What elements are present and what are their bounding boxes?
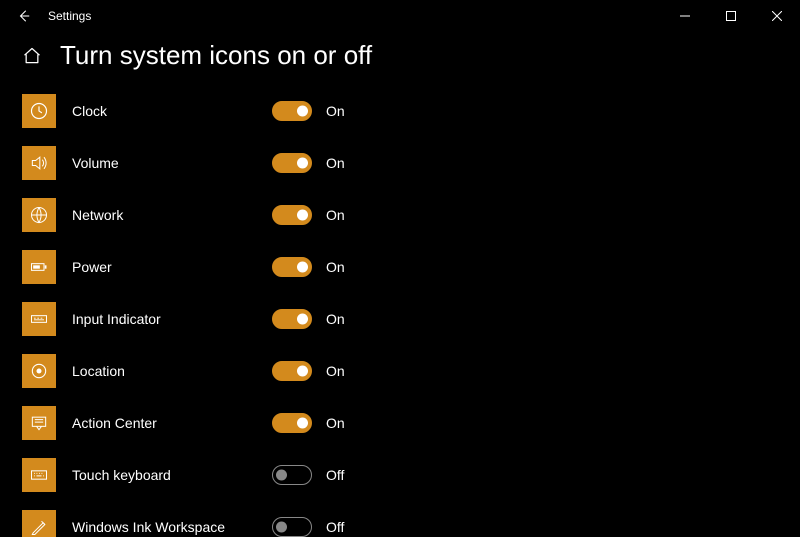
toggle-thumb [297,418,308,429]
titlebar: Settings [0,0,800,32]
toggle-state: On [326,311,345,327]
arrow-left-icon [17,9,31,23]
setting-label: Location [72,363,272,379]
toggle-state: Off [326,467,344,483]
setting-label: Action Center [72,415,272,431]
location-icon [29,361,49,381]
toggle-thumb [276,470,287,481]
setting-label: Power [72,259,272,275]
toggle-thumb [276,522,287,533]
touch-keyboard-icon [29,465,49,485]
setting-row-location: Location On [22,347,778,395]
setting-row-clock: Clock On [22,87,778,135]
page-header: Turn system icons on or off [0,32,800,87]
toggle-thumb [297,366,308,377]
input-indicator-icon [29,309,49,329]
setting-row-action-center: Action Center On [22,399,778,447]
setting-label: Windows Ink Workspace [72,519,272,535]
ink-workspace-toggle[interactable] [272,517,312,537]
location-toggle[interactable] [272,361,312,381]
toggle-thumb [297,314,308,325]
input-indicator-tile [22,302,56,336]
setting-label: Clock [72,103,272,119]
toggle-state: On [326,207,345,223]
action-center-icon [29,413,49,433]
ink-workspace-tile [22,510,56,537]
toggle-thumb [297,158,308,169]
clock-tile [22,94,56,128]
network-icon [29,205,49,225]
toggle-state: On [326,415,345,431]
setting-row-input-indicator: Input Indicator On [22,295,778,343]
maximize-button[interactable] [708,0,754,32]
toggle-thumb [297,262,308,273]
close-icon [772,11,782,21]
volume-icon [29,153,49,173]
ink-workspace-icon [29,517,49,537]
toggle-state: Off [326,519,344,535]
setting-label: Touch keyboard [72,467,272,483]
setting-label: Input Indicator [72,311,272,327]
setting-row-ink-workspace: Windows Ink Workspace Off [22,503,778,537]
window-controls [662,0,800,32]
toggle-state: On [326,103,345,119]
setting-row-power: Power On [22,243,778,291]
minimize-button[interactable] [662,0,708,32]
power-icon [29,257,49,277]
toggle-state: On [326,155,345,171]
settings-list: Clock On Volume On Network On Power On I… [0,87,800,537]
page-title: Turn system icons on or off [60,40,372,71]
action-center-tile [22,406,56,440]
clock-icon [29,101,49,121]
toggle-state: On [326,259,345,275]
touch-keyboard-toggle[interactable] [272,465,312,485]
volume-tile [22,146,56,180]
setting-row-volume: Volume On [22,139,778,187]
power-tile [22,250,56,284]
home-icon[interactable] [22,46,42,66]
network-tile [22,198,56,232]
window-title: Settings [48,9,662,23]
input-indicator-toggle[interactable] [272,309,312,329]
volume-toggle[interactable] [272,153,312,173]
power-toggle[interactable] [272,257,312,277]
setting-row-network: Network On [22,191,778,239]
toggle-thumb [297,210,308,221]
network-toggle[interactable] [272,205,312,225]
setting-label: Network [72,207,272,223]
setting-row-touch-keyboard: Touch keyboard Off [22,451,778,499]
toggle-thumb [297,106,308,117]
setting-label: Volume [72,155,272,171]
back-button[interactable] [8,0,40,32]
location-tile [22,354,56,388]
clock-toggle[interactable] [272,101,312,121]
close-button[interactable] [754,0,800,32]
maximize-icon [726,11,736,21]
touch-keyboard-tile [22,458,56,492]
minimize-icon [680,11,690,21]
toggle-state: On [326,363,345,379]
action-center-toggle[interactable] [272,413,312,433]
